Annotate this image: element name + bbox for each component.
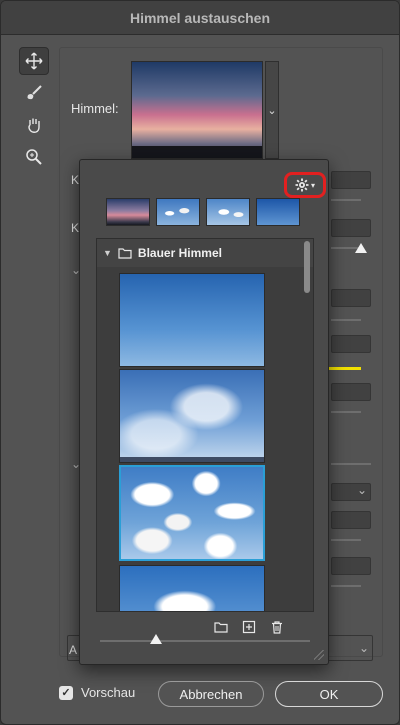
folder-icon — [118, 248, 132, 259]
value-field[interactable] — [331, 557, 371, 575]
recent-sky-thumbnail[interactable] — [156, 198, 200, 226]
slider-track[interactable] — [331, 539, 361, 541]
sky-replacement-dialog: Himmel austauschen Himmel: ⌄ K K ⌄ ⌄ ⌄ A — [0, 0, 400, 725]
sky-preset-list: ▼ Blauer Himmel — [96, 238, 314, 612]
recent-skies — [106, 198, 300, 226]
preview-checkbox-row[interactable]: ✓ Vorschau — [59, 685, 135, 700]
chevron-down-icon[interactable]: ⌄ — [359, 641, 369, 655]
sky-label: Himmel: — [71, 101, 119, 116]
trash-icon[interactable] — [270, 620, 284, 634]
new-group-folder-icon[interactable] — [214, 620, 228, 634]
sky-preset-thumbnail[interactable] — [119, 273, 265, 367]
sky-picker-popup: ▾ ▼ Blauer Himmel — [79, 159, 329, 665]
slider-track[interactable] — [331, 411, 361, 413]
slider-handle[interactable] — [355, 243, 367, 253]
value-field[interactable] — [331, 219, 371, 237]
dialog-title: Himmel austauschen — [1, 1, 399, 35]
sky-brush-icon[interactable] — [19, 79, 49, 107]
preview-label: Vorschau — [81, 685, 136, 700]
color-slider-track[interactable] — [329, 367, 361, 370]
background-label-k1: K — [71, 173, 80, 187]
thumbnail-size-slider-handle[interactable] — [150, 634, 162, 644]
slider-track[interactable] — [331, 199, 361, 201]
ok-button[interactable]: OK — [275, 681, 383, 707]
zoom-tool-icon[interactable] — [19, 143, 49, 171]
slider-track[interactable] — [331, 319, 361, 321]
recent-sky-thumbnail[interactable] — [206, 198, 250, 226]
sky-preview-thumbnail[interactable] — [131, 61, 263, 159]
hand-tool-icon[interactable] — [19, 111, 49, 139]
preset-group-header[interactable]: ▼ Blauer Himmel — [97, 239, 313, 267]
background-label-k2: K — [71, 221, 80, 235]
thumbnail-size-slider[interactable] — [100, 640, 310, 642]
resize-grip-icon[interactable] — [314, 650, 324, 660]
sky-preset-thumbnail[interactable] — [119, 369, 265, 463]
preset-group-label: Blauer Himmel — [137, 246, 222, 260]
chevron-down-icon[interactable]: ▼ — [103, 248, 112, 258]
move-tool-icon[interactable] — [19, 47, 49, 75]
chevron-down-icon[interactable]: ⌄ — [357, 483, 367, 497]
slider-track[interactable] — [331, 585, 361, 587]
value-field[interactable] — [331, 171, 371, 189]
add-sky-icon[interactable] — [242, 620, 256, 634]
sky-preset-thumbnail-selected[interactable] — [119, 465, 265, 561]
caret-down-icon: ▾ — [310, 180, 315, 190]
cancel-button[interactable]: Abbrechen — [158, 681, 264, 707]
scrollbar[interactable] — [304, 241, 310, 293]
divider — [331, 463, 371, 465]
value-field[interactable] — [331, 289, 371, 307]
popup-toolbar — [214, 620, 284, 634]
tool-palette — [19, 47, 51, 175]
check-icon[interactable]: ✓ — [59, 685, 73, 700]
gear-icon — [295, 178, 309, 192]
value-field[interactable] — [331, 383, 371, 401]
sky-preset-thumbnail[interactable] — [119, 565, 265, 611]
value-field[interactable] — [331, 335, 371, 353]
value-field[interactable] — [331, 511, 371, 529]
sky-dropdown-chevron-icon[interactable]: ⌄ — [265, 61, 279, 159]
recent-sky-thumbnail[interactable] — [106, 198, 150, 226]
sky-settings-button[interactable]: ▾ — [284, 172, 326, 198]
recent-sky-thumbnail[interactable] — [256, 198, 300, 226]
